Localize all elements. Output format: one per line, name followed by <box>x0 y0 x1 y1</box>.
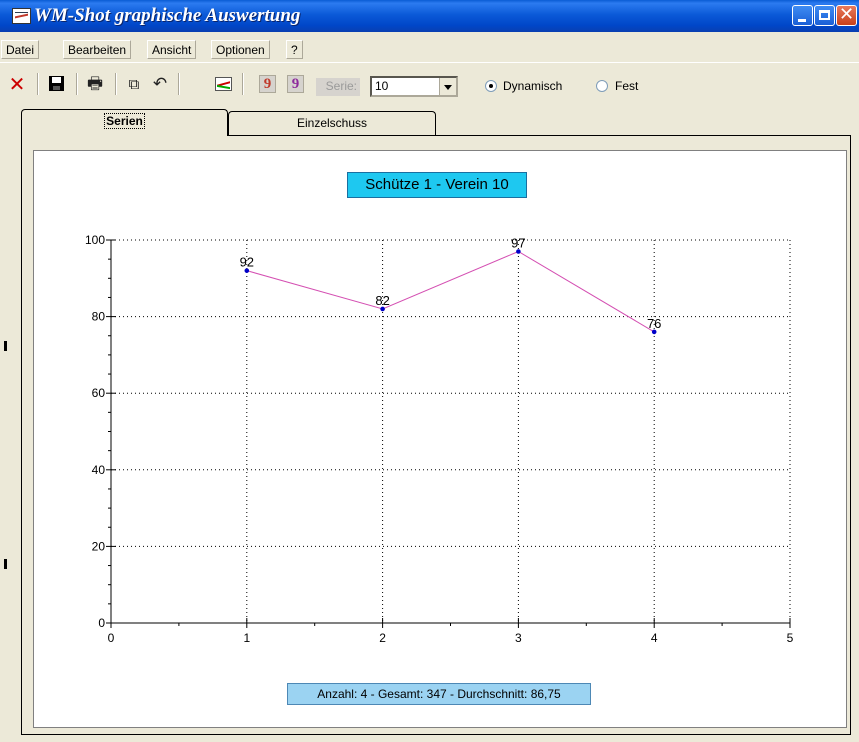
data-label: 92 <box>240 255 254 270</box>
x-tick-label: 3 <box>515 631 522 645</box>
y-tick-label: 100 <box>85 233 105 247</box>
x-tick-label: 1 <box>243 631 250 645</box>
x-tick-label: 4 <box>651 631 658 645</box>
x-tick-label: 0 <box>108 631 115 645</box>
y-tick-label: 40 <box>92 463 106 477</box>
y-tick-label: 60 <box>92 386 106 400</box>
x-tick-label: 2 <box>379 631 386 645</box>
x-tick-label: 5 <box>787 631 794 645</box>
y-tick-label: 20 <box>92 539 106 553</box>
data-label: 97 <box>511 235 525 250</box>
tab-serien[interactable]: Serien <box>21 109 228 136</box>
data-label: 76 <box>647 316 661 331</box>
data-label: 82 <box>375 293 389 308</box>
y-tick-label: 80 <box>92 310 106 324</box>
summary-label: Anzahl: 4 - Gesamt: 347 - Durchschnitt: … <box>287 683 591 705</box>
y-tick-label: 0 <box>98 616 105 630</box>
series-line <box>246 250 655 333</box>
tab-serien-label: Serien <box>104 113 145 129</box>
